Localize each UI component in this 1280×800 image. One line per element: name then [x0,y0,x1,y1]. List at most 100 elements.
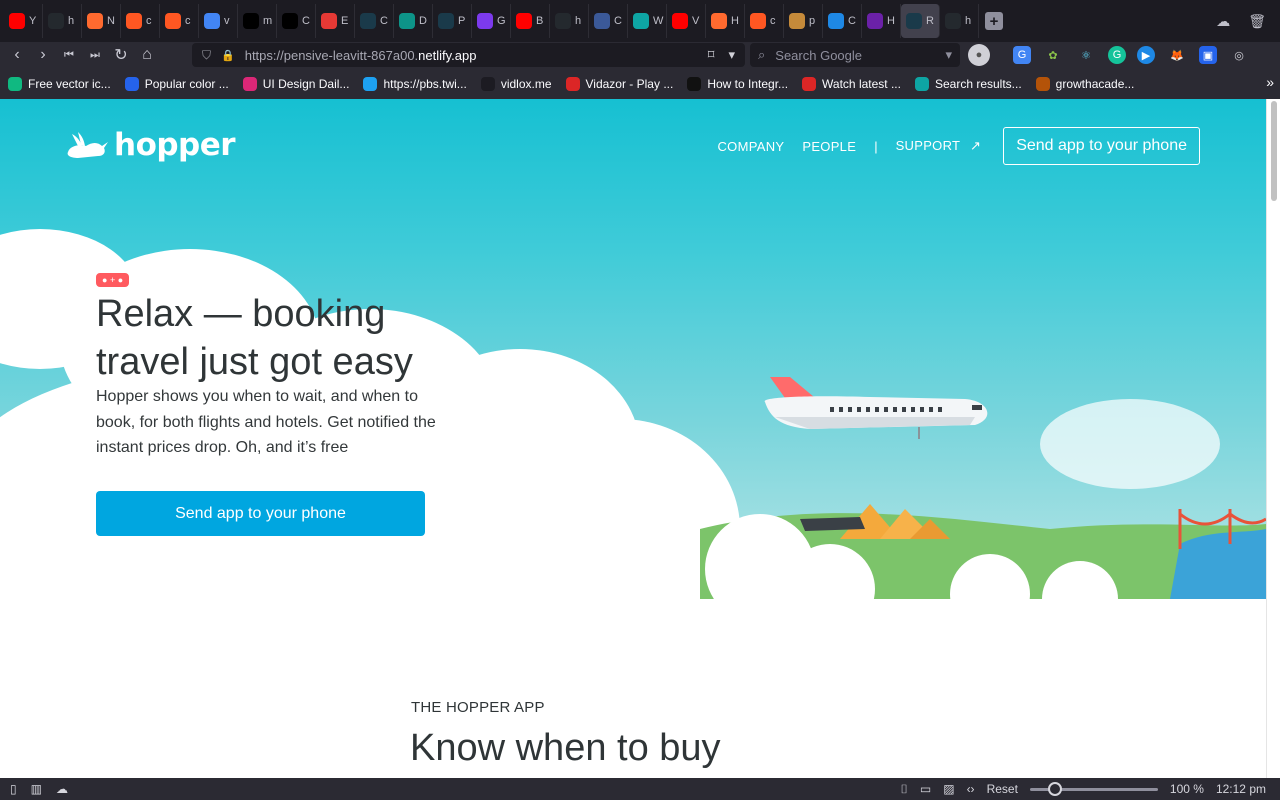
tab-title: h [575,15,582,27]
browser-tab[interactable]: H [862,4,901,38]
bookmark-icon[interactable]: ⌑ [708,47,715,63]
bookmark-item[interactable]: vidlox.me [480,76,552,91]
chevron-down-icon[interactable]: ▾ [945,47,960,63]
reload-icon[interactable]: ↻ [108,43,134,67]
nav-support-link[interactable]: SUPPORT ↗ [896,138,982,154]
bookmarks-overflow-icon[interactable]: » [1266,74,1274,90]
bookmark-item[interactable]: Search results... [914,76,1022,91]
nav-company-link[interactable]: COMPANY [717,139,784,154]
bookmark-item[interactable]: Vidazor - Play ... [565,76,673,91]
tab-title: C [848,15,856,27]
bookmark-item[interactable]: How to Integr... [687,76,788,91]
tab-title: E [341,15,349,27]
browser-tab[interactable]: P [433,4,472,38]
zoom-slider-knob[interactable] [1047,781,1062,796]
last-page-icon[interactable]: ⏭ [82,43,108,67]
browser-tab[interactable]: C [823,4,862,38]
first-page-icon[interactable]: ⏮ [56,43,82,67]
github-icon [555,13,571,29]
browser-tab[interactable]: G [472,4,511,38]
nav-people-link[interactable]: PEOPLE [802,139,856,154]
puzzle-extension-icon[interactable]: ✿ [1042,44,1064,66]
home-icon[interactable]: ⌂ [134,43,160,67]
hero-send-app-button[interactable]: Send app to your phone [96,491,425,536]
browser-tab[interactable]: c [160,4,199,38]
youtube-icon [9,13,25,29]
page-scrollbar[interactable] [1266,99,1280,778]
browser-tab[interactable]: V [667,4,706,38]
new-tab-button[interactable]: + [985,12,1003,30]
browser-tab[interactable]: m [238,4,277,38]
chart-icon [711,13,727,29]
bookmarks-bar: Free vector ic... Popular color ... UI Des… [0,68,1280,99]
target-extension-icon[interactable]: ◎ [1228,44,1250,66]
window-icon[interactable]: ▭ [920,782,931,796]
browser-tab[interactable]: B [511,4,550,38]
browser-tab[interactable]: N [82,4,121,38]
shield-icon[interactable]: ⛉ [202,48,211,63]
zoom-reset-button[interactable]: Reset [987,782,1018,796]
forward-icon[interactable]: › [30,43,56,67]
scrollbar-thumb[interactable] [1271,101,1277,201]
tab-title: P [458,15,466,27]
browser-tab[interactable]: C [277,4,316,38]
wallet-extension-icon[interactable]: ▣ [1199,46,1217,64]
cloud-sync-icon[interactable]: ☁ [1216,13,1230,30]
browser-tab[interactable]: h [550,4,589,38]
page-viewport: hopper COMPANY PEOPLE | SUPPORT ↗ Send a… [0,99,1266,778]
github-icon [945,13,961,29]
profile-avatar-icon[interactable]: ● [968,44,990,66]
browser-tab[interactable]: C [589,4,628,38]
react-devtools-icon[interactable]: ⚛ [1075,44,1097,66]
code-icon[interactable]: ‹› [967,782,975,796]
browser-tab[interactable]: v [199,4,238,38]
chevron-down-icon[interactable]: ▾ [728,47,735,63]
bookmark-label: Search results... [934,76,1022,91]
nav-send-app-button[interactable]: Send app to your phone [1003,127,1200,165]
browser-tab[interactable]: h [43,4,82,38]
grammarly-icon[interactable]: G [1108,46,1126,64]
browser-tab[interactable]: p [784,4,823,38]
browser-tab[interactable]: D [394,4,433,38]
browser-tab[interactable]: W [628,4,667,38]
chart-icon [87,13,103,29]
browser-tab[interactable]: R [901,4,940,38]
sidebar-toggle-icon[interactable]: ▯ [10,782,17,796]
address-bar[interactable]: ⛉ 🔒 https://pensive-leavitt-867a00.netli… [192,43,745,67]
url-domain: netlify.app [418,47,477,63]
player-extension-icon[interactable]: ▶ [1137,46,1155,64]
search-bar[interactable]: ⌕ Search Google ▾ [750,43,960,67]
camera-icon[interactable]: ⌷ [901,782,908,797]
bookmark-item[interactable]: growthacade... [1035,76,1134,91]
tab-title: V [692,15,700,27]
bookmark-item[interactable]: Watch latest ... [802,76,901,91]
bookmark-item[interactable]: UI Design Dail... [242,76,349,91]
browser-tab[interactable]: Y [4,4,43,38]
browser-tab[interactable]: H [706,4,745,38]
translate-icon[interactable]: G [1013,46,1031,64]
bookmark-item[interactable]: Free vector ic... [8,76,111,91]
bookmark-item[interactable]: https://pbs.twi... [363,76,467,91]
browser-tab[interactable]: h [940,4,979,38]
browser-tab[interactable]: c [121,4,160,38]
back-icon[interactable]: ‹ [4,43,30,67]
image-icon[interactable]: ▨ [943,782,954,796]
tab-title: c [770,15,776,27]
metamask-icon[interactable]: 🦊 [1166,44,1188,66]
tiling-icon[interactable]: ▥ [31,782,42,796]
statusbar-left: ▯ ▥ ☁ [0,782,68,796]
cloud-icon[interactable]: ☁ [56,782,68,796]
m-icon [802,76,817,91]
s-icon [914,76,929,91]
browser-tab[interactable]: E [316,4,355,38]
bookmark-label: Watch latest ... [822,76,901,91]
browser-tab[interactable]: c [745,4,784,38]
navigation-toolbar: ‹ › ⏮ ⏭ ↻ ⌂ ⛉ 🔒 https://pensive-leavitt-… [0,42,1280,68]
hopper-logo[interactable]: hopper [64,127,236,163]
growth-icon [1035,76,1050,91]
link-icon [750,13,766,29]
browser-tab[interactable]: C [355,4,394,38]
trash-icon[interactable]: 🗑 [1248,13,1266,30]
zoom-slider[interactable] [1029,781,1158,796]
bookmark-item[interactable]: Popular color ... [124,76,229,91]
